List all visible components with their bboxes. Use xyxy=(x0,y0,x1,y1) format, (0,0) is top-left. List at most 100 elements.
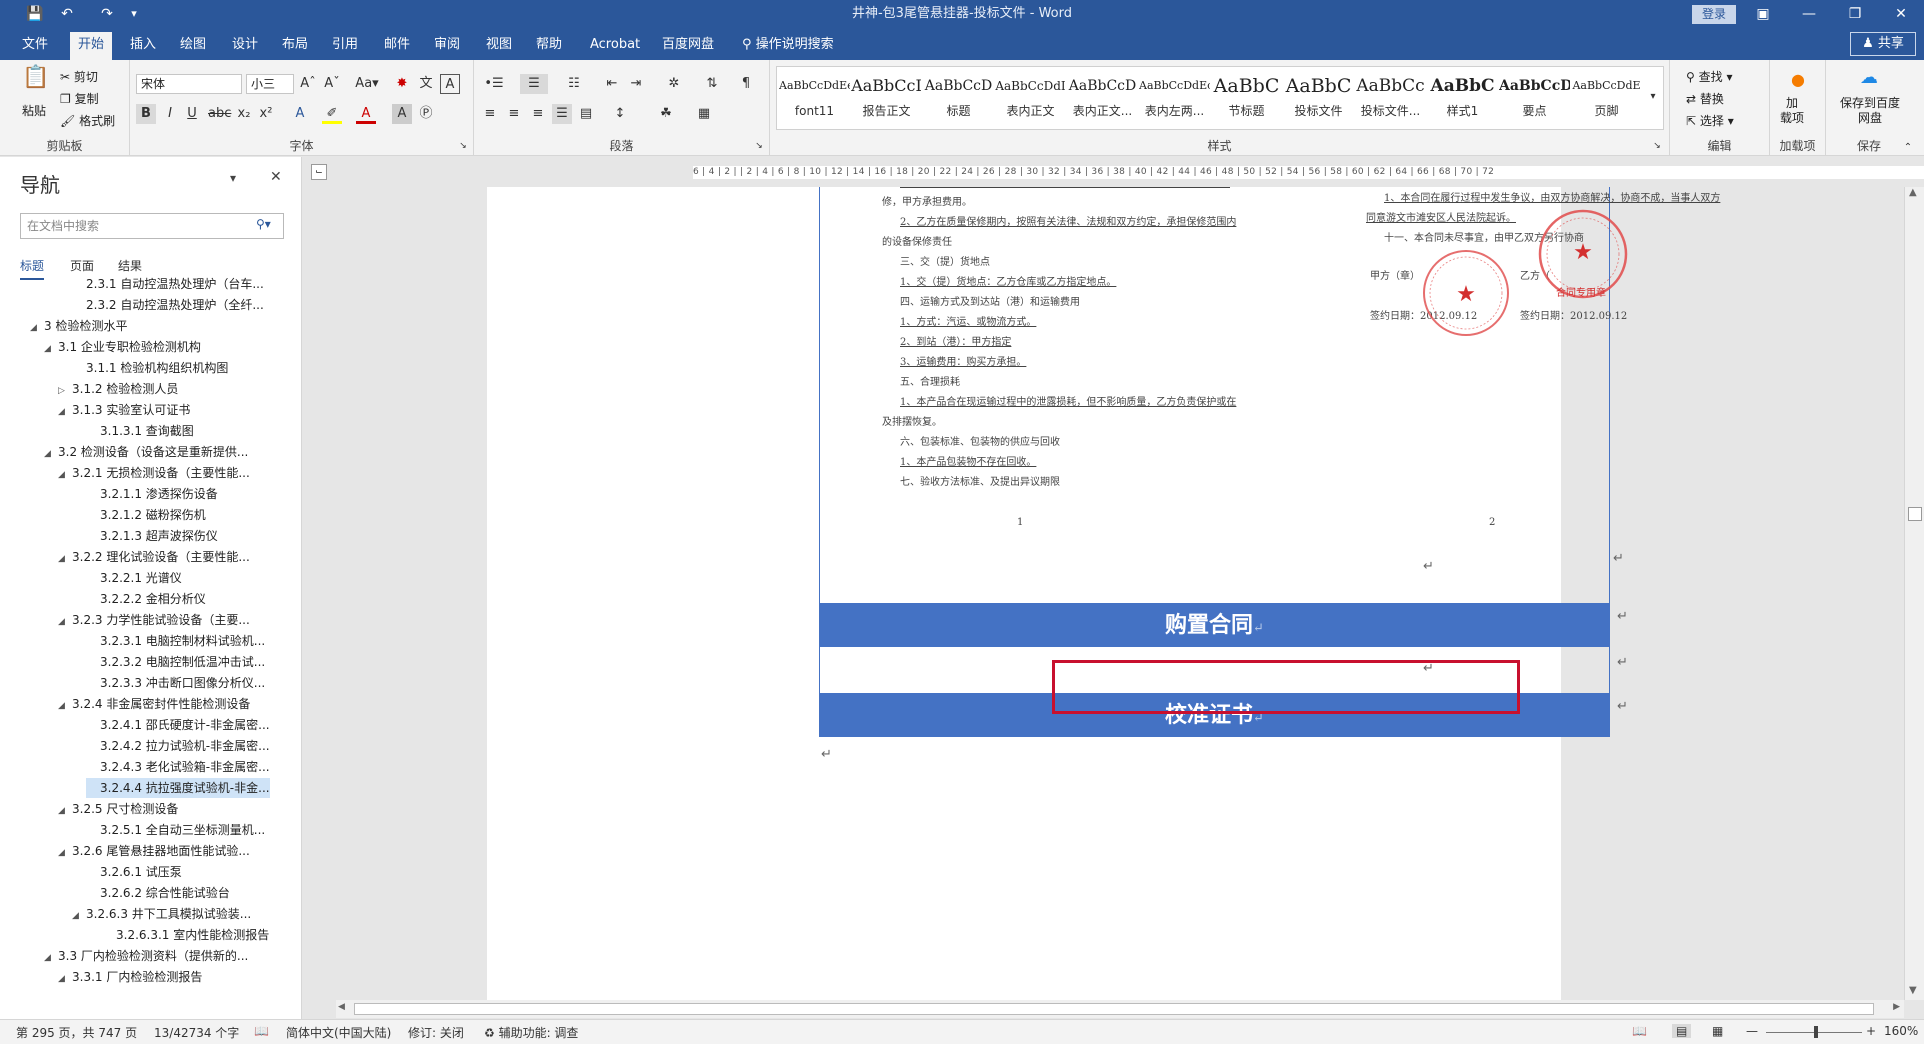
nav-heading-item[interactable]: ◢ 3.2.2 理化试验设备（主要性能... xyxy=(58,547,250,567)
paste-button[interactable]: 粘贴 xyxy=(22,102,46,119)
change-case-icon[interactable]: Aa▾ xyxy=(352,74,382,94)
nav-heading-item[interactable]: 2.3.1 自动控温热处理炉（台车... xyxy=(72,274,264,294)
bold-icon[interactable]: B xyxy=(136,104,156,124)
style-bid-doc[interactable]: AaBbC 投标文件 xyxy=(1283,69,1354,127)
proofing-icon[interactable]: 📖 xyxy=(254,1024,269,1038)
replace-button[interactable]: ⇄ 替换 xyxy=(1686,90,1724,107)
nav-heading-item[interactable]: ◢ 3.2.6 尾管悬挂器地面性能试验... xyxy=(58,841,250,861)
nav-heading-item[interactable]: 3.2.5.1 全自动三坐标测量机... xyxy=(86,820,265,840)
collapse-icon[interactable]: ◢ xyxy=(30,318,44,338)
chinese-layout-icon[interactable]: ✲ xyxy=(660,74,688,94)
scroll-down-icon[interactable]: ▼ xyxy=(1909,985,1917,996)
align-center-icon[interactable]: ≡ xyxy=(504,104,524,124)
style-font11[interactable]: AaBbCcDdEe font11 xyxy=(779,69,850,127)
collapse-icon[interactable]: ◢ xyxy=(58,402,72,422)
page-count[interactable]: 第 295 页，共 747 页 xyxy=(16,1024,137,1041)
horizontal-scrollbar[interactable]: ◀ ▶ xyxy=(336,1000,1904,1018)
shading-icon[interactable]: ☘ xyxy=(656,104,676,124)
collapse-icon[interactable]: ◢ xyxy=(58,612,72,632)
style-table-body-2[interactable]: AaBbCcD 表内正文... xyxy=(1067,69,1138,127)
collapse-icon[interactable]: ◢ xyxy=(58,843,72,863)
style-key-point[interactable]: AaBbCcD 要点 xyxy=(1499,69,1570,127)
nav-heading-item[interactable]: 3.2.6.1 试压泵 xyxy=(86,862,182,882)
char-shading-icon[interactable]: A xyxy=(392,104,412,124)
style-report-body[interactable]: AaBbCcI 报告正文 xyxy=(851,69,922,127)
nav-heading-item[interactable]: ◢ 3.2 检测设备（设备这是重新提供... xyxy=(44,442,248,462)
font-name-combo[interactable]: 宋体 xyxy=(136,74,242,94)
copy-button[interactable]: ❐ 复制 xyxy=(60,90,99,107)
font-dialog-launcher-icon[interactable]: ↘ xyxy=(456,136,470,156)
collapse-icon[interactable]: ◢ xyxy=(44,948,58,968)
login-button[interactable]: 登录 xyxy=(1692,5,1736,24)
phonetic-guide-icon[interactable]: 文 xyxy=(416,74,436,94)
close-icon[interactable]: ✕ xyxy=(1878,0,1924,28)
paste-icon[interactable]: 📋 xyxy=(22,67,50,96)
nav-heading-item[interactable]: 3.2.3.1 电脑控制材料试验机... xyxy=(86,631,265,651)
collapse-icon[interactable]: ◢ xyxy=(58,549,72,569)
minimize-icon[interactable]: — xyxy=(1786,0,1832,28)
ribbon-display-icon[interactable]: ▣ xyxy=(1740,0,1786,28)
grow-font-icon[interactable]: Aˆ xyxy=(298,74,318,94)
tab-layout[interactable]: 布局 xyxy=(274,32,316,60)
enclose-char-icon[interactable]: Ⓟ xyxy=(416,104,436,124)
clear-format-icon[interactable]: ✸ xyxy=(392,74,412,94)
read-mode-icon[interactable]: 📖 xyxy=(1632,1024,1647,1038)
font-size-combo[interactable]: 小三 xyxy=(246,74,294,94)
word-count[interactable]: 13/42734 个字 xyxy=(154,1024,239,1041)
collapse-icon[interactable]: ◢ xyxy=(58,696,72,716)
styles-dialog-launcher-icon[interactable]: ↘ xyxy=(1650,136,1664,156)
tab-draw[interactable]: 绘图 xyxy=(172,32,214,60)
zoom-out-icon[interactable]: — xyxy=(1746,1024,1758,1038)
nav-heading-item[interactable]: 3.2.3.3 冲击断口图像分析仪... xyxy=(86,673,265,693)
nav-heading-item[interactable]: ◢ 3.2.5 尺寸检测设备 xyxy=(58,799,178,819)
underline-icon[interactable]: U xyxy=(182,104,202,124)
collapse-icon[interactable]: ◢ xyxy=(44,444,58,464)
web-layout-icon[interactable]: ▦ xyxy=(1712,1024,1723,1038)
vertical-scrollbar[interactable]: ▲ ▼ xyxy=(1904,187,1924,1000)
save-netdisk-button[interactable]: 保存到百度网盘 xyxy=(1836,96,1904,126)
tab-selector-icon[interactable]: ⌙ xyxy=(311,164,327,180)
tab-file[interactable]: 文件 xyxy=(14,32,56,60)
addins-icon[interactable]: ● xyxy=(1788,70,1808,90)
tab-design[interactable]: 设计 xyxy=(224,32,266,60)
nav-heading-item[interactable]: 3.2.4.4 抗拉强度试验机-非金... xyxy=(86,778,270,798)
nav-heading-item[interactable]: ◢ 3.2.3 力学性能试验设备（主要... xyxy=(58,610,250,630)
tab-review[interactable]: 审阅 xyxy=(426,32,468,60)
paragraph-dialog-launcher-icon[interactable]: ↘ xyxy=(752,136,766,156)
nav-heading-item[interactable]: 3.2.3.2 电脑控制低温冲击试... xyxy=(86,652,265,672)
zoom-level[interactable]: 160% xyxy=(1884,1024,1918,1038)
expand-icon[interactable]: ▷ xyxy=(58,381,72,401)
highlight-icon[interactable]: ✐ xyxy=(322,104,342,124)
tab-insert[interactable]: 插入 xyxy=(122,32,164,60)
nav-heading-item[interactable]: ◢ 3.1.3 实验室认可证书 xyxy=(58,400,190,420)
nav-heading-item[interactable]: ◢ 3.1 企业专职检验检测机构 xyxy=(44,337,201,357)
tab-acrobat[interactable]: Acrobat xyxy=(582,32,648,60)
redo-icon[interactable]: ↷ xyxy=(96,3,118,25)
style-footer[interactable]: AaBbCcDdE 页脚 xyxy=(1571,69,1642,127)
tab-baidu-netdisk[interactable]: 百度网盘 xyxy=(654,32,722,60)
nav-heading-item[interactable]: 3.2.4.1 邵氏硬度计-非金属密... xyxy=(86,715,270,735)
nav-heading-item[interactable]: ◢ 3.3.1 厂内检验检测报告 xyxy=(58,967,202,987)
shrink-font-icon[interactable]: Aˇ xyxy=(322,74,342,94)
collapse-icon[interactable]: ◢ xyxy=(72,906,86,926)
char-border-icon[interactable]: A xyxy=(440,74,460,94)
font-color-icon[interactable]: A xyxy=(356,104,376,124)
language[interactable]: 简体中文(中国大陆) xyxy=(286,1024,391,1041)
align-left-icon[interactable]: ≡ xyxy=(480,104,500,124)
tab-home[interactable]: 开始 xyxy=(70,32,113,60)
find-button[interactable]: ⚲ 查找 ▾ xyxy=(1686,68,1732,85)
nav-heading-item[interactable]: ◢ 3.2.4 非金属密封件性能检测设备 xyxy=(58,694,250,714)
cut-button[interactable]: ✂ 剪切 xyxy=(60,68,98,85)
undo-icon[interactable]: ↶ xyxy=(56,3,78,25)
heading-band-purchase-contract[interactable]: 购置合同↵ xyxy=(819,603,1610,647)
nav-search-input[interactable]: 在文档中搜索 xyxy=(20,213,284,239)
text-effects-icon[interactable]: A xyxy=(290,104,310,124)
tell-me-search[interactable]: ⚲ 操作说明搜索 xyxy=(734,32,842,60)
nav-options-icon[interactable]: ▾ xyxy=(230,171,236,185)
style-title[interactable]: AaBbCcD 标题 xyxy=(923,69,994,127)
nav-search-icon[interactable]: ⚲▾ xyxy=(256,217,271,231)
nav-heading-item[interactable]: 3.2.1.3 超声波探伤仪 xyxy=(86,526,218,546)
nav-heading-item[interactable]: 2.3.2 自动控温热处理炉（全纤... xyxy=(72,295,264,315)
nav-tab-headings[interactable]: 标题 xyxy=(20,257,45,280)
superscript-icon[interactable]: x² xyxy=(256,104,276,124)
